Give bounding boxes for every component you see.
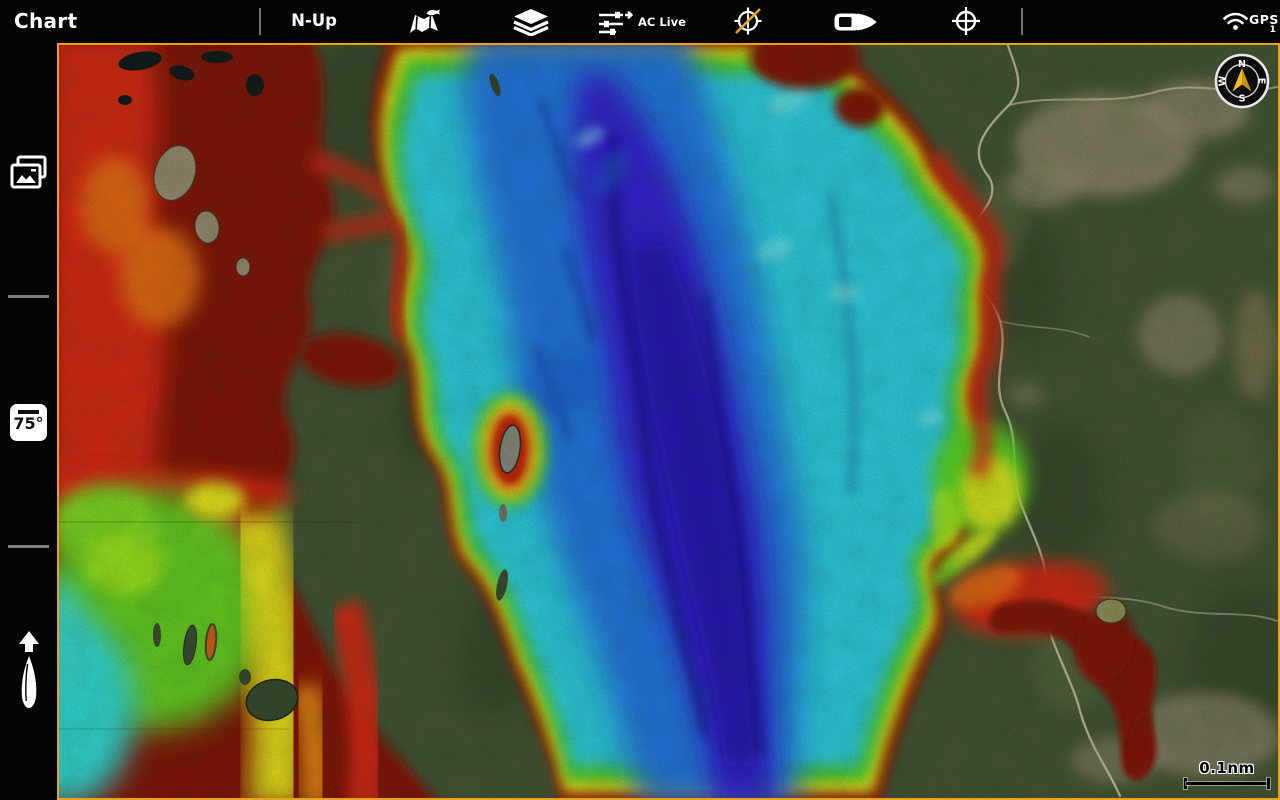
heading-off-icon (731, 4, 765, 38)
gps-status: GPS 1 (1249, 11, 1279, 35)
boat-topview-icon (833, 11, 879, 33)
compass-rose: N S E W (1214, 53, 1270, 109)
map-fish-icon (404, 7, 444, 37)
images-icon (9, 155, 49, 191)
topbar-divider (1021, 8, 1023, 35)
top-menu-bar: Chart N-Up AC Live (0, 0, 1280, 43)
bathymetry-satellite-map[interactable] (59, 45, 1278, 798)
ac-live-label: AC Live (638, 15, 686, 29)
boat-heading-icon (16, 631, 42, 709)
layers-icon (509, 8, 553, 36)
compass-west-label: W (1218, 75, 1229, 86)
water-temp-widget[interactable]: 75° (10, 404, 47, 441)
chart-waypoints-button[interactable] (404, 7, 444, 37)
heading-line-toggle-button[interactable] (731, 4, 765, 38)
scale-rule-line (1186, 782, 1268, 785)
vessel-offset-button[interactable] (833, 11, 879, 33)
scale-cap-right (1267, 778, 1270, 789)
topbar-divider (259, 8, 261, 35)
wifi-icon (1222, 10, 1249, 31)
left-toolbar: 75° (0, 43, 57, 800)
gps-receiver-number: 1 (1249, 26, 1279, 35)
temp-bar-icon (18, 410, 39, 414)
view-title[interactable]: Chart (14, 9, 77, 33)
chart-viewport[interactable]: N S E W 0.1nm (57, 43, 1280, 800)
scale-label: 0.1nm (1182, 759, 1272, 777)
layers-button[interactable] (509, 8, 553, 36)
sliders-icon (598, 9, 634, 35)
vessel-orientation-button[interactable] (16, 631, 42, 713)
temp-value: 75° (10, 416, 47, 432)
scale-bar: 0.1nm (1182, 759, 1272, 789)
compass-east-label: E (1255, 78, 1266, 85)
sidebar-divider (8, 545, 49, 548)
ac-live-button[interactable]: AC Live (598, 9, 686, 35)
screenshot-button[interactable] (9, 155, 49, 195)
wifi-status (1222, 10, 1249, 31)
cursor-target-button[interactable] (949, 4, 983, 38)
orientation-button[interactable]: N-Up (284, 11, 344, 30)
texture-overlay (59, 45, 1278, 798)
scale-ruler (1182, 778, 1272, 789)
sidebar-divider (8, 295, 49, 298)
crosshair-icon (949, 4, 983, 38)
compass-south-label: S (1239, 94, 1246, 105)
